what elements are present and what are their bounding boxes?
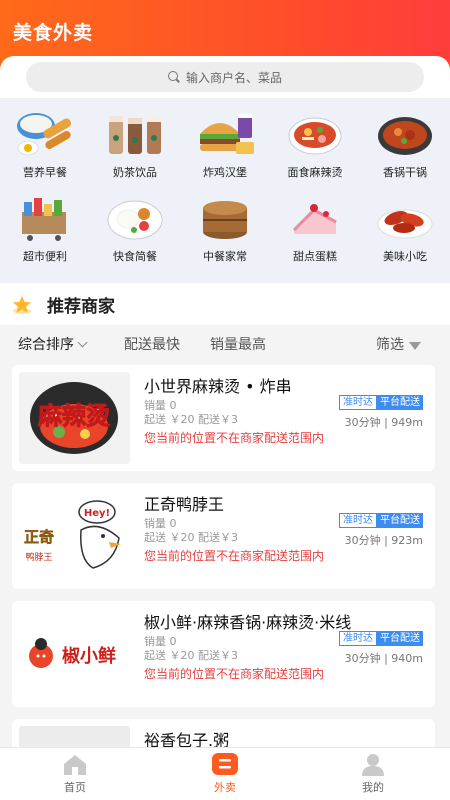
on-time-badge: 准时达 [339, 395, 377, 410]
category-label: 奶茶饮品 [113, 166, 157, 179]
platform-delivery-badge: 平台配送 [377, 395, 423, 410]
merchant-name: 小世界麻辣烫 • 炸串 [144, 377, 292, 396]
sort-default-label: 综合排序 [18, 337, 74, 353]
platform-delivery-badge: 平台配送 [377, 513, 423, 528]
category-label: 营养早餐 [23, 166, 67, 179]
merchant-price: 起送 ￥20 配送￥3 [144, 649, 238, 662]
home-icon [64, 755, 86, 775]
fast-meal-icon [107, 200, 163, 240]
delivery-time-distance: 30分钟 | 923m [344, 534, 423, 547]
category-milk-tea[interactable]: 奶茶饮品 [90, 108, 180, 188]
dry-pot-icon [378, 117, 432, 155]
category-chinese-food[interactable]: 中餐家常 [180, 192, 270, 272]
tab-mine[interactable]: 我的 [333, 752, 413, 795]
delivery-time-distance: 30分钟 | 940m [344, 652, 423, 665]
section-title: 推荐商家 [47, 297, 115, 317]
tab-takeout-label: 外卖 [214, 781, 236, 794]
supermarket-icon [22, 198, 66, 241]
search-icon [167, 70, 181, 84]
merchant-logo-text: 椒小鲜 [62, 645, 116, 667]
page-title: 美食外卖 [13, 22, 94, 44]
merchant-logo-text: 麻辣烫 [37, 402, 110, 430]
merchant-card[interactable]: 椒小鲜 椒小鲜·麻辣香锅·麻辣烫·米线 销量 0 起送 ￥20 配送￥3 准时达… [12, 601, 435, 707]
out-of-range-warning: 您当前的位置不在商家配送范围内 [144, 667, 325, 681]
breakfast-icon [17, 113, 72, 156]
filter-icon [409, 342, 421, 350]
category-fast-meal[interactable]: 快食简餐 [90, 192, 180, 272]
tab-mine-label: 我的 [362, 781, 384, 794]
merchant-logo: 椒小鲜 [19, 608, 130, 700]
snack-icon [377, 209, 433, 239]
tab-home[interactable]: 首页 [35, 752, 115, 795]
category-noodle[interactable]: 面食麻辣烫 [270, 108, 360, 188]
delivery-badges: 准时达 平台配送 [339, 395, 423, 410]
bottom-tab-bar: 首页 外卖 我的 [0, 747, 450, 800]
platform-delivery-badge: 平台配送 [377, 631, 423, 646]
merchant-logo: Hey! 正奇 鸭脖王 [19, 490, 130, 582]
chevron-down-icon [77, 337, 88, 348]
milk-tea-icon [109, 116, 161, 154]
sort-default[interactable]: 综合排序 [18, 334, 88, 354]
takeout-icon [212, 753, 238, 775]
category-label: 香锅干锅 [383, 166, 427, 179]
user-icon [362, 754, 384, 776]
sort-fastest[interactable]: 配送最快 [124, 334, 180, 354]
burger-icon [200, 114, 254, 154]
merchant-card[interactable]: Hey! 正奇 鸭脖王 正奇鸭脖王 销量 0 起送 ￥20 配送￥3 准时达 平… [12, 483, 435, 589]
out-of-range-warning: 您当前的位置不在商家配送范围内 [144, 431, 325, 445]
category-label: 炸鸡汉堡 [203, 166, 247, 179]
chinese-food-icon [203, 201, 247, 239]
delivery-badges: 准时达 平台配送 [339, 631, 423, 646]
cake-icon [292, 204, 337, 234]
category-label: 甜点蛋糕 [293, 250, 337, 263]
logo-bubble-text: Hey! [84, 508, 110, 519]
category-grid: 营养早餐 奶茶饮品 炸鸡汉堡 面食麻辣烫 香锅干锅 超市便利 快食简餐 中餐家常… [0, 98, 450, 283]
recommended-header: 推荐商家 [0, 283, 450, 325]
category-label: 美味小吃 [383, 250, 427, 263]
delivery-badges: 准时达 平台配送 [339, 513, 423, 528]
category-dry-pot[interactable]: 香锅干锅 [360, 108, 450, 188]
category-supermarket[interactable]: 超市便利 [0, 192, 90, 272]
category-label: 超市便利 [23, 250, 67, 263]
merchant-name: 正奇鸭脖王 [144, 495, 225, 514]
merchant-logo-subtext: 鸭脖王 [25, 551, 52, 563]
category-label: 面食麻辣烫 [287, 166, 343, 179]
category-label: 快食简餐 [113, 250, 157, 263]
sort-sales[interactable]: 销量最高 [210, 334, 266, 354]
star-icon [13, 296, 31, 314]
category-snack[interactable]: 美味小吃 [360, 192, 450, 272]
merchant-card[interactable]: 麻辣烫 小世界麻辣烫 • 炸串 销量 0 起送 ￥20 配送￥3 准时达 平台配… [12, 365, 435, 471]
merchant-logo: 麻辣烫 [19, 372, 130, 464]
category-cake[interactable]: 甜点蛋糕 [270, 192, 360, 272]
noodle-icon [288, 117, 342, 155]
merchant-price: 起送 ￥20 配送￥3 [144, 413, 238, 426]
tab-home-label: 首页 [64, 781, 86, 794]
category-label: 中餐家常 [203, 250, 247, 263]
filter-label: 筛选 [376, 337, 404, 353]
on-time-badge: 准时达 [339, 631, 377, 646]
sort-bar: 综合排序 配送最快 销量最高 筛选 [0, 325, 450, 363]
merchant-price: 起送 ￥20 配送￥3 [144, 531, 238, 544]
tab-takeout[interactable]: 外卖 [185, 752, 265, 795]
on-time-badge: 准时达 [339, 513, 377, 528]
merchant-name: 椒小鲜·麻辣香锅·麻辣烫·米线 [144, 613, 352, 632]
search-input[interactable]: 输入商户名、菜品 [26, 62, 424, 92]
filter-button[interactable]: 筛选 [376, 334, 421, 354]
search-placeholder: 输入商户名、菜品 [185, 70, 282, 85]
category-breakfast[interactable]: 营养早餐 [0, 108, 90, 188]
category-burger[interactable]: 炸鸡汉堡 [180, 108, 270, 188]
merchant-logo-text: 正奇 [24, 528, 54, 546]
delivery-time-distance: 30分钟 | 949m [344, 416, 423, 429]
out-of-range-warning: 您当前的位置不在商家配送范围内 [144, 549, 325, 563]
